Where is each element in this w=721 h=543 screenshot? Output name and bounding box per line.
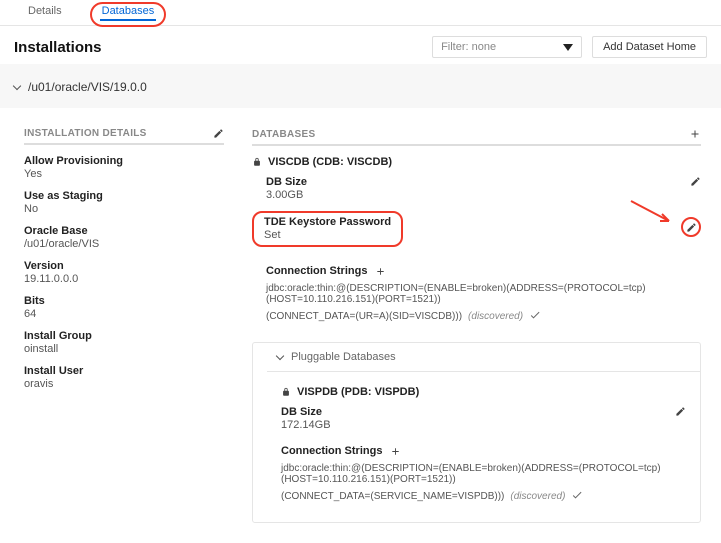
tde-highlight-box: TDE Keystore Password Set <box>252 211 403 247</box>
pdb-name: VISPDB (PDB: VISPDB) <box>297 386 419 398</box>
databases-heading: DATABASES <box>252 129 315 140</box>
detail-value: oravis <box>24 378 224 390</box>
content-area: INSTALLATION DETAILS Allow ProvisioningY… <box>0 108 721 543</box>
installation-details-panel: INSTALLATION DETAILS Allow ProvisioningY… <box>24 128 224 523</box>
conn-string-line: (CONNECT_DATA=(UR=A)(SID=VISCDB))) <box>266 311 462 322</box>
tab-bar: Details Databases <box>0 0 721 26</box>
tab-databases-highlight: Databases <box>90 2 167 27</box>
lock-icon <box>281 387 291 397</box>
conn-strings-label: Connection Strings <box>281 445 382 457</box>
tab-databases[interactable]: Databases <box>100 5 157 21</box>
chevron-down-icon <box>13 82 21 90</box>
detail-label: Bits <box>24 295 224 307</box>
collapse-toggle[interactable]: /u01/oracle/VIS/19.0.0 <box>14 80 707 94</box>
pluggable-collapse-toggle[interactable]: Pluggable Databases <box>267 343 700 372</box>
conn-strings-label: Connection Strings <box>266 265 367 277</box>
detail-value: Yes <box>24 168 224 180</box>
pdb-size-value: 172.14GB <box>281 419 331 431</box>
chevron-down-icon <box>276 352 284 360</box>
lock-icon <box>252 157 262 167</box>
filter-text: Filter: none <box>441 41 496 53</box>
databases-panel: DATABASES VISCDB (CDB: VISCDB) DB Size 3… <box>252 128 701 523</box>
detail-value: 19.11.0.0.0 <box>24 273 224 285</box>
conn-string-line: jdbc:oracle:thin:@(DESCRIPTION=(ENABLE=b… <box>281 463 686 485</box>
db-size-label: DB Size <box>266 176 307 188</box>
detail-label: Version <box>24 260 224 272</box>
edit-tde-button[interactable] <box>686 222 697 233</box>
annotation-arrow <box>629 199 677 225</box>
tde-label: TDE Keystore Password <box>264 216 391 228</box>
filter-dropdown[interactable]: Filter: none <box>432 36 582 58</box>
detail-value: oinstall <box>24 343 224 355</box>
edit-db-size-button[interactable] <box>690 176 701 187</box>
conn-string-line: jdbc:oracle:thin:@(DESCRIPTION=(ENABLE=b… <box>266 283 701 305</box>
filter-icon <box>563 44 573 51</box>
discovered-tag: (discovered) <box>468 311 523 322</box>
check-icon[interactable] <box>529 309 541 324</box>
installation-details-heading: INSTALLATION DETAILS <box>24 128 147 139</box>
detail-label: Oracle Base <box>24 225 224 237</box>
detail-label: Use as Staging <box>24 190 224 202</box>
db-size-label: DB Size <box>281 406 331 418</box>
edit-pdb-size-button[interactable] <box>675 406 686 417</box>
install-path: /u01/oracle/VIS/19.0.0 <box>28 80 147 94</box>
add-database-button[interactable] <box>689 128 701 140</box>
add-conn-string-button[interactable] <box>375 266 386 277</box>
detail-value: 64 <box>24 308 224 320</box>
edit-installation-button[interactable] <box>213 128 224 139</box>
conn-string-line: (CONNECT_DATA=(SERVICE_NAME=VISPDB))) <box>281 491 504 502</box>
detail-label: Install User <box>24 365 224 377</box>
install-path-row: /u01/oracle/VIS/19.0.0 <box>0 64 721 108</box>
discovered-tag: (discovered) <box>510 491 565 502</box>
add-dataset-home-button[interactable]: Add Dataset Home <box>592 36 707 58</box>
cdb-size-value: 3.00GB <box>266 189 307 201</box>
edit-tde-highlight <box>681 217 701 237</box>
add-conn-string-pdb-button[interactable] <box>390 446 401 457</box>
cdb-name: VISCDB (CDB: VISCDB) <box>268 156 392 168</box>
pluggable-title: Pluggable Databases <box>291 351 396 363</box>
detail-label: Allow Provisioning <box>24 155 224 167</box>
page-title: Installations <box>14 39 102 56</box>
tab-details[interactable]: Details <box>24 1 66 25</box>
check-icon[interactable] <box>571 489 583 504</box>
page-header: Installations Filter: none Add Dataset H… <box>0 26 721 64</box>
pluggable-databases-section: Pluggable Databases VISPDB (PDB: VISPDB)… <box>252 342 701 523</box>
tde-value: Set <box>264 229 391 241</box>
detail-value: /u01/oracle/VIS <box>24 238 224 250</box>
detail-value: No <box>24 203 224 215</box>
detail-label: Install Group <box>24 330 224 342</box>
